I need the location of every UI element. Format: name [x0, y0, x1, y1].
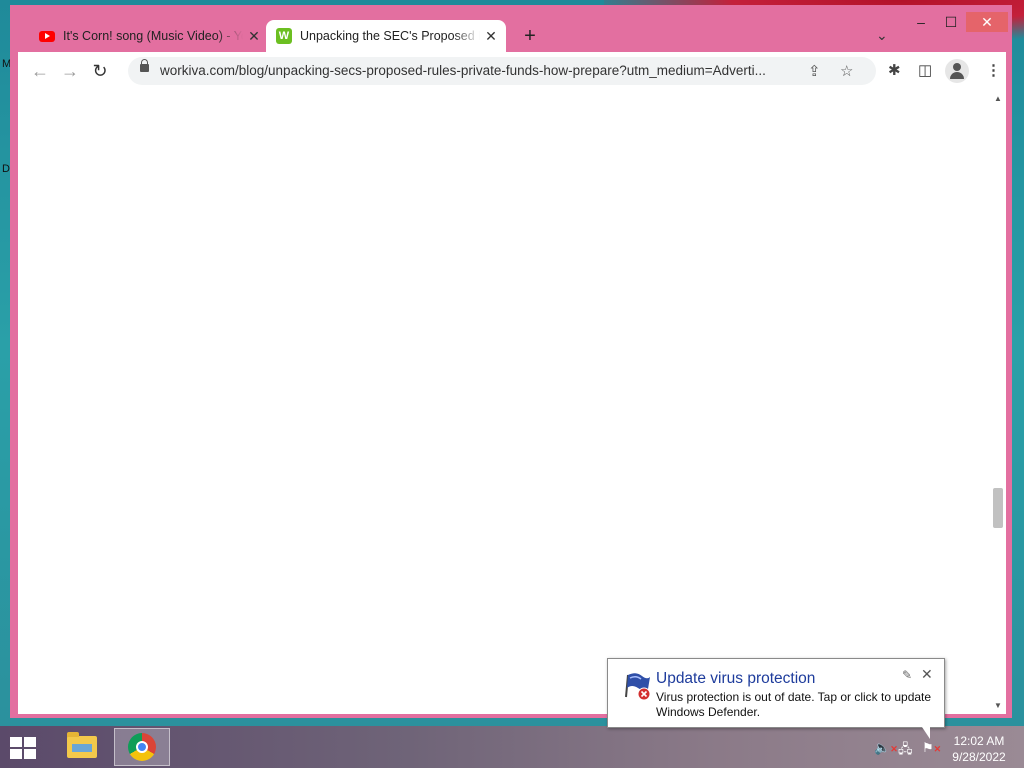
vertical-scrollbar[interactable]: ▲ ▼	[990, 90, 1006, 714]
taskbar-file-explorer[interactable]	[54, 728, 110, 766]
notification-title[interactable]: Update virus protection	[656, 670, 815, 688]
defender-notification[interactable]: Update virus protection Virus protection…	[607, 658, 945, 728]
windows-logo-pane	[10, 737, 22, 747]
chrome-window: – ☐ ✕ It's Corn! song (Music Video) - Yo…	[10, 5, 1012, 718]
new-tab-button[interactable]: +	[518, 26, 542, 48]
windows-logo-pane	[24, 737, 36, 747]
tab-workiva-active[interactable]: W Unpacking the SEC's Proposed Rules ✕	[266, 20, 506, 52]
forward-arrow-icon[interactable]: →	[58, 60, 82, 82]
lock-icon[interactable]	[140, 59, 149, 72]
windows-logo-pane	[10, 749, 22, 759]
profile-avatar-icon[interactable]	[945, 59, 969, 83]
url-text[interactable]: workiva.com/blog/unpacking-secs-proposed…	[160, 63, 800, 78]
bookmark-star-icon[interactable]: ☆	[840, 62, 853, 80]
network-icon[interactable]: 🖧	[898, 740, 913, 762]
tab-youtube[interactable]: It's Corn! song (Music Video) - YouTube …	[29, 20, 269, 52]
taskbar-chrome[interactable]	[114, 728, 170, 766]
speaker-icon: 🔈	[874, 740, 891, 755]
reload-icon[interactable]: ↻	[88, 60, 112, 82]
action-center-flag-icon[interactable]: ⚑✕	[922, 740, 941, 756]
start-button[interactable]	[10, 737, 38, 759]
close-window-button[interactable]: ✕	[966, 12, 1008, 32]
notification-close-icon[interactable]: ✕	[921, 666, 933, 683]
back-arrow-icon[interactable]: ←	[28, 60, 52, 82]
clock-date: 9/28/2022	[952, 750, 1006, 764]
tab-search-chevron-icon[interactable]: ⌄	[876, 27, 888, 44]
notification-settings-icon[interactable]: ✎	[902, 668, 912, 682]
address-bar[interactable]: workiva.com/blog/unpacking-secs-proposed…	[128, 57, 876, 85]
browser-toolbar: ← → ↻ workiva.com/blog/unpacking-secs-pr…	[18, 52, 1006, 90]
defender-flag-warning-icon	[625, 673, 651, 701]
minimize-button[interactable]: –	[906, 12, 936, 32]
kebab-menu-icon[interactable]: ⋮	[986, 61, 1001, 79]
folder-icon	[67, 732, 97, 758]
notification-body[interactable]: Virus protection is out of date. Tap or …	[656, 690, 938, 720]
share-icon[interactable]: ⇪	[808, 62, 821, 80]
scroll-up-arrow-icon[interactable]: ▲	[994, 94, 1002, 103]
system-clock[interactable]: 12:02 AM 9/28/2022	[944, 733, 1014, 765]
red-x-icon: ✕	[890, 744, 898, 754]
scroll-down-arrow-icon[interactable]: ▼	[994, 701, 1002, 710]
page-content[interactable]: ▲ ▼	[18, 90, 1006, 714]
chrome-icon	[128, 733, 156, 761]
scrollbar-thumb[interactable]	[993, 488, 1003, 528]
tab-close-icon[interactable]: ✕	[243, 28, 265, 45]
volume-muted-icon[interactable]: 🔈✕	[874, 740, 898, 756]
maximize-button[interactable]: ☐	[936, 12, 966, 32]
side-panel-icon[interactable]: ◫	[918, 61, 932, 79]
red-x-icon: ✕	[933, 744, 942, 754]
workiva-icon: W	[276, 28, 292, 44]
windows-logo-pane	[24, 749, 36, 759]
notification-pointer	[922, 727, 930, 739]
clock-time: 12:02 AM	[953, 734, 1005, 748]
desktop-icon-label-d[interactable]: D	[2, 163, 10, 175]
flag-icon: ⚑	[922, 740, 934, 755]
youtube-icon	[39, 30, 55, 42]
extensions-puzzle-icon[interactable]: ✱	[888, 61, 901, 79]
tab-title: Unpacking the SEC's Proposed Rules	[300, 29, 480, 43]
tab-close-icon[interactable]: ✕	[480, 28, 502, 45]
taskbar: 🔈✕ 🖧 ⚑✕ 12:02 AM 9/28/2022	[0, 726, 1024, 768]
tab-title: It's Corn! song (Music Video) - YouTube	[63, 29, 243, 43]
